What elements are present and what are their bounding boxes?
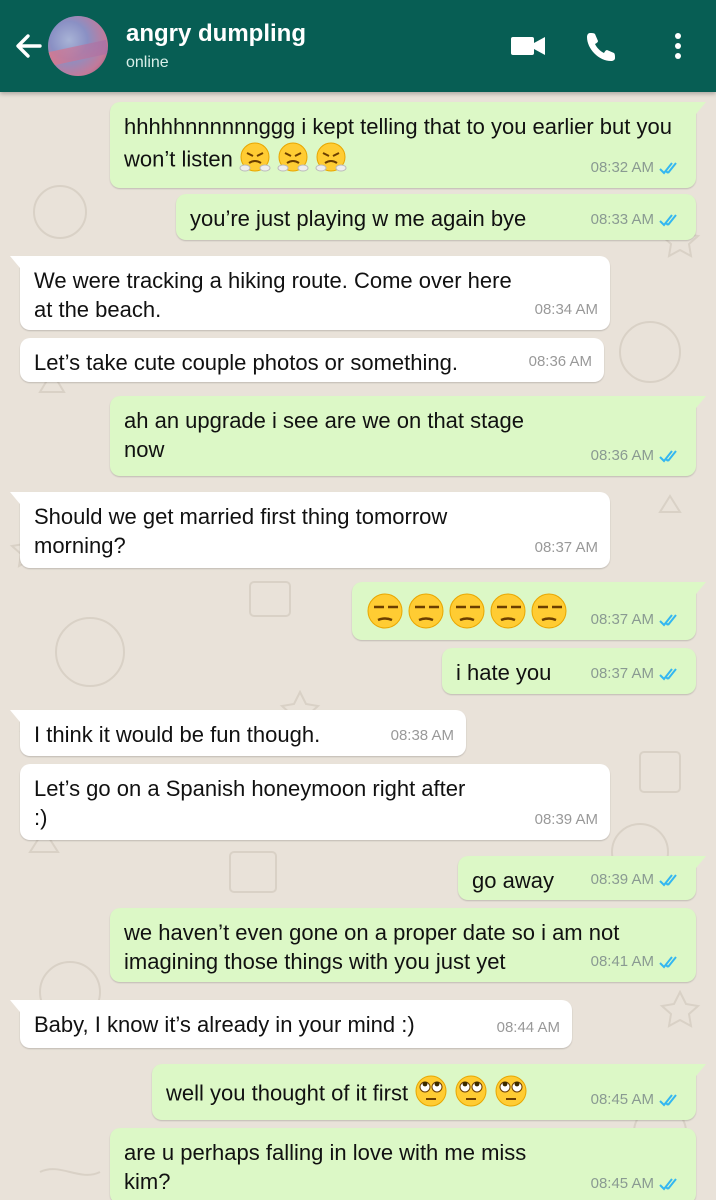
read-ticks-icon [659, 667, 677, 680]
message-bubble[interactable]: ah an upgrade i see are we on that stage… [110, 396, 706, 476]
message-bubble[interactable]: go away 08:39 AM [458, 856, 706, 900]
phone-icon[interactable] [582, 28, 622, 64]
message-bubble[interactable]: Let’s go on a Spanish honeymoon right af… [20, 764, 610, 840]
message-text: you’re just playing w me again bye [190, 206, 527, 231]
face-with-steam-from-nose-icon [239, 141, 359, 180]
read-ticks-icon [659, 1093, 677, 1106]
read-ticks-icon [659, 873, 677, 886]
message-bubble[interactable]: you’re just playing w me again bye 08:33… [176, 194, 696, 240]
message-time: 08:32 AM [590, 159, 654, 176]
unamused-face-icon [366, 592, 572, 637]
message-text: Baby, I know it’s already in your mind :… [34, 1012, 415, 1037]
chat-area[interactable]: hhhhhnnnnnnggg i kept telling that to yo… [0, 92, 716, 1200]
message-time: 08:39 AM [590, 871, 654, 888]
message-bubble[interactable]: Let’s take cute couple photos or somethi… [20, 338, 604, 382]
message-bubble[interactable]: I think it would be fun though. 08:38 AM [10, 710, 466, 756]
message-bubble[interactable]: are u perhaps falling in love with me mi… [110, 1128, 696, 1200]
message-bubble[interactable]: Should we get married first thing tomorr… [10, 492, 610, 568]
message-text: i hate you [456, 660, 552, 685]
message-text: well you thought of it first [166, 1080, 409, 1106]
message-time: 08:33 AM [590, 211, 654, 228]
back-arrow-icon[interactable] [10, 28, 46, 64]
message-time: 08:37 AM [590, 611, 654, 628]
message-bubble[interactable]: Baby, I know it’s already in your mind :… [10, 1000, 572, 1048]
read-ticks-icon [659, 449, 677, 462]
message-text: ah an upgrade i see are we on that stage… [124, 408, 524, 462]
read-ticks-icon [659, 213, 677, 226]
chat-header: angry dumpling online [0, 0, 716, 92]
message-bubble[interactable]: we haven’t even gone on a proper date so… [110, 908, 696, 982]
face-with-rolling-eyes-icon [414, 1074, 534, 1115]
message-time: 08:37 AM [534, 539, 598, 556]
message-text: we haven’t even gone on a proper date so… [124, 920, 620, 974]
contact-name[interactable]: angry dumpling [126, 20, 306, 48]
message-time: 08:37 AM [590, 665, 654, 682]
message-time: 08:41 AM [590, 953, 654, 970]
read-ticks-icon [659, 161, 677, 174]
message-bubble[interactable]: We were tracking a hiking route. Come ov… [10, 256, 610, 330]
message-time: 08:39 AM [534, 811, 598, 828]
message-time: 08:45 AM [590, 1175, 654, 1192]
message-time: 08:36 AM [590, 447, 654, 464]
message-text: Let’s go on a Spanish honeymoon right af… [34, 776, 466, 830]
message-text: Should we get married first thing tomorr… [34, 504, 448, 558]
more-vertical-icon[interactable] [658, 28, 698, 64]
message-bubble[interactable]: i hate you 08:37 AM [442, 648, 696, 694]
message-text: go away [472, 868, 554, 893]
message-time: 08:34 AM [534, 301, 598, 318]
avatar[interactable] [48, 16, 108, 76]
contact-status: online [126, 54, 169, 71]
message-time: 08:36 AM [528, 353, 592, 370]
message-text: are u perhaps falling in love with me mi… [124, 1140, 527, 1194]
message-bubble[interactable]: 08:37 AM [352, 582, 706, 640]
read-ticks-icon [659, 955, 677, 968]
video-call-icon[interactable] [508, 28, 548, 64]
message-bubble[interactable]: hhhhhnnnnnnggg i kept telling that to yo… [110, 102, 706, 188]
read-ticks-icon [659, 1177, 677, 1190]
message-bubble[interactable]: well you thought of it first 08:45 AM [152, 1064, 706, 1120]
message-time: 08:38 AM [390, 727, 454, 744]
message-time: 08:45 AM [590, 1091, 654, 1108]
message-text: Let’s take cute couple photos or somethi… [34, 350, 458, 375]
read-ticks-icon [659, 613, 677, 626]
message-text: I think it would be fun though. [34, 722, 321, 747]
message-text: We were tracking a hiking route. Come ov… [34, 268, 512, 322]
message-time: 08:44 AM [496, 1019, 560, 1036]
